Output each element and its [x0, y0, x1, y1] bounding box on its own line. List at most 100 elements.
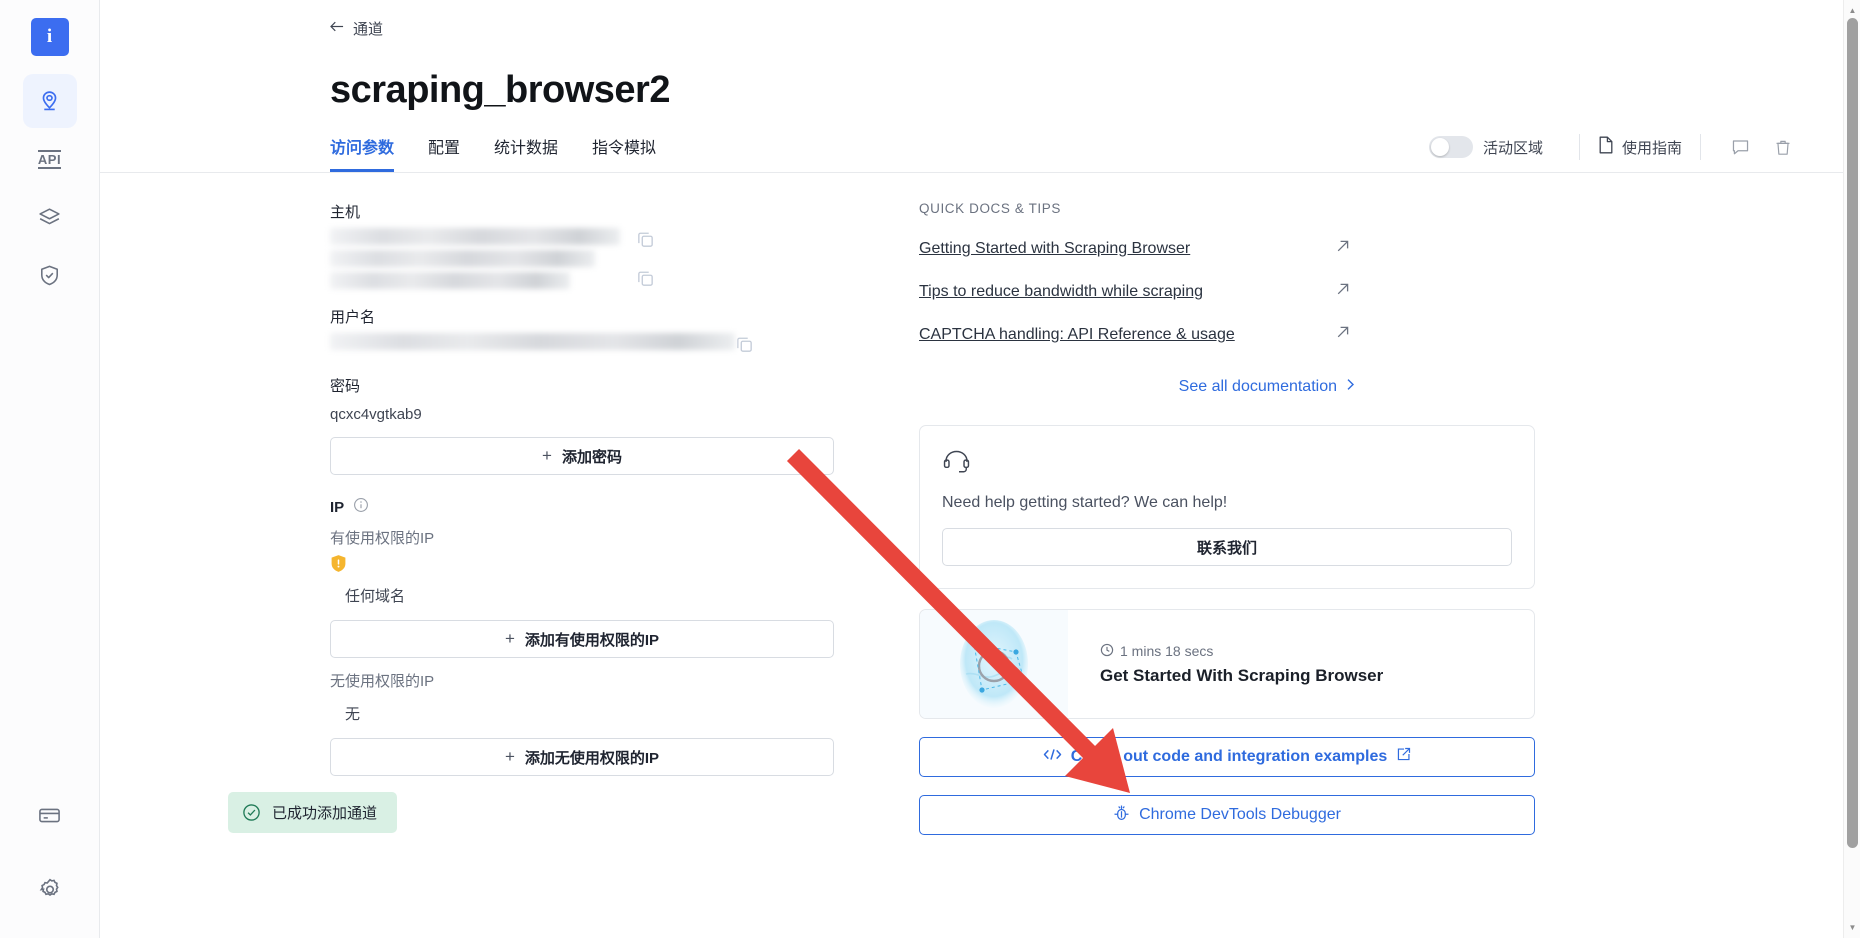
- add-allowed-ip-button[interactable]: + 添加有使用权限的IP: [330, 620, 834, 658]
- rail-items: API: [22, 74, 77, 302]
- tab-command-simulation[interactable]: 指令模拟: [592, 134, 656, 172]
- doc-link-label: CAPTCHA handling: API Reference & usage: [919, 325, 1235, 343]
- divider: [1578, 134, 1580, 160]
- app-root: i API 通道 scraping_browser2 访问参数 配置 统计数据 …: [0, 0, 1860, 938]
- clock-icon: [1100, 643, 1114, 660]
- vertical-scrollbar[interactable]: ▲ ▼: [1843, 0, 1860, 938]
- see-all-documentation-link[interactable]: See all documentation: [919, 377, 1357, 397]
- quick-docs-panel: QUICK DOCS & TIPS Getting Started with S…: [860, 173, 1860, 938]
- scrollbar-thumb[interactable]: [1847, 18, 1858, 848]
- devtools-debugger-button[interactable]: Chrome DevTools Debugger: [919, 795, 1535, 835]
- allowed-ip-label: 有使用权限的IP: [330, 530, 435, 547]
- video-card[interactable]: 1 mins 18 secs Get Started With Scraping…: [919, 609, 1535, 719]
- add-denied-ip-button[interactable]: + 添加无使用权限的IP: [330, 738, 834, 776]
- username-label: 用户名: [330, 309, 376, 326]
- video-title: Get Started With Scraping Browser: [1100, 665, 1384, 685]
- sidebar-item-api[interactable]: API: [23, 132, 77, 186]
- sidebar-item-billing[interactable]: [23, 788, 77, 842]
- copy-icon[interactable]: [636, 269, 655, 293]
- devtools-debugger-label: Chrome DevTools Debugger: [1139, 806, 1341, 823]
- tab-configuration[interactable]: 配置: [428, 134, 460, 172]
- page-header: 通道 scraping_browser2 访问参数 配置 统计数据 指令模拟 活…: [100, 0, 1860, 173]
- code-examples-button[interactable]: Check out code and integration examples: [919, 737, 1535, 777]
- tab-access-params[interactable]: 访问参数: [330, 134, 395, 172]
- gear-icon: [37, 876, 63, 902]
- doc-link-reduce-bandwidth[interactable]: Tips to reduce bandwidth while scraping: [919, 281, 1351, 302]
- username-field-row: [330, 333, 860, 359]
- contact-us-button[interactable]: 联系我们: [942, 528, 1512, 566]
- main-area: 通道 scraping_browser2 访问参数 配置 统计数据 指令模拟 活…: [100, 0, 1860, 938]
- plus-icon: +: [504, 629, 515, 648]
- header-actions: 活动区域 使用指南: [1428, 134, 1804, 160]
- scroll-down-arrow-icon[interactable]: ▼: [1844, 919, 1860, 936]
- document-icon: [1598, 136, 1614, 158]
- denied-ip-value: 无: [345, 706, 361, 723]
- denied-ip-label: 无使用权限的IP: [330, 673, 435, 690]
- doc-link-getting-started[interactable]: Getting Started with Scraping Browser: [919, 238, 1351, 259]
- breadcrumb[interactable]: 通道: [330, 18, 383, 39]
- add-allowed-ip-label: 添加有使用权限的IP: [524, 631, 660, 649]
- status-toast: 已成功添加通道: [228, 792, 398, 833]
- bug-icon: [1113, 804, 1130, 827]
- host-field-row: [330, 228, 860, 294]
- plus-icon: +: [504, 747, 515, 766]
- globe-network-icon: [920, 610, 1068, 718]
- video-meta: 1 mins 18 secs Get Started With Scraping…: [1068, 643, 1383, 686]
- host-label: 主机: [330, 204, 361, 221]
- access-params-panel: 主机 用户名 密码 qcxc4vgtkab9 + 添加密码 IP 有使用权限的I…: [100, 173, 860, 938]
- sidebar-item-settings[interactable]: [23, 862, 77, 916]
- trash-icon[interactable]: [1762, 138, 1804, 157]
- help-card: Need help getting started? We can help! …: [919, 425, 1535, 589]
- doc-link-label: Getting Started with Scraping Browser: [919, 239, 1191, 257]
- rail-bottom-items: [23, 788, 77, 916]
- code-icon: [1043, 747, 1062, 767]
- shield-warning-icon: [330, 554, 347, 573]
- breadcrumb-label: 通道: [353, 21, 384, 38]
- check-circle-icon: [242, 803, 261, 822]
- left-nav-rail: i API: [0, 0, 100, 938]
- comment-icon[interactable]: [1719, 138, 1762, 157]
- quick-docs-title: QUICK DOCS & TIPS: [919, 201, 1061, 216]
- scroll-up-arrow-icon[interactable]: ▲: [1844, 2, 1860, 19]
- usage-guide-button[interactable]: 使用指南: [1598, 136, 1682, 158]
- api-icon: API: [37, 149, 62, 169]
- doc-link-captcha-handling[interactable]: CAPTCHA handling: API Reference & usage: [919, 324, 1351, 345]
- copy-icon[interactable]: [636, 230, 655, 254]
- toggle-knob: [1430, 138, 1449, 156]
- password-label: 密码: [330, 378, 361, 395]
- plus-icon: +: [542, 446, 552, 465]
- page-title: scraping_browser2: [330, 69, 670, 111]
- layers-icon: [37, 205, 62, 230]
- arrow-up-right-icon: [1335, 281, 1351, 302]
- video-duration: 1 mins 18 secs: [1120, 643, 1214, 659]
- sidebar-item-security[interactable]: [23, 248, 77, 302]
- host-value-masked: [330, 228, 630, 294]
- ip-section-title-row: IP: [330, 497, 860, 517]
- info-circle-icon[interactable]: [353, 497, 369, 517]
- chevron-right-icon: [1344, 377, 1357, 397]
- toast-message: 已成功添加通道: [272, 805, 378, 822]
- add-denied-ip-label: 添加无使用权限的IP: [524, 749, 660, 767]
- username-value-masked: [330, 333, 735, 355]
- arrow-up-right-icon: [1335, 238, 1351, 259]
- see-all-label: See all documentation: [1178, 378, 1337, 395]
- copy-icon[interactable]: [735, 335, 754, 359]
- active-zone-toggle[interactable]: [1428, 136, 1473, 158]
- add-password-button[interactable]: + 添加密码: [330, 437, 834, 475]
- sidebar-item-proxy-locations[interactable]: [22, 74, 77, 128]
- password-value: qcxc4vgtkab9: [330, 406, 422, 423]
- location-pin-icon: [37, 89, 62, 114]
- brand-logo[interactable]: i: [30, 18, 69, 56]
- arrow-left-icon: [330, 20, 345, 37]
- add-password-label: 添加密码: [561, 448, 622, 466]
- shield-check-icon: [37, 263, 62, 288]
- doc-link-label: Tips to reduce bandwidth while scraping: [919, 282, 1204, 300]
- divider-2: [1700, 134, 1701, 160]
- sidebar-item-datasets[interactable]: [23, 190, 77, 244]
- help-card-text: Need help getting started? We can help!: [942, 494, 1228, 511]
- headset-icon: [942, 450, 971, 479]
- tab-statistics[interactable]: 统计数据: [494, 134, 558, 172]
- active-zone-toggle-group: 活动区域: [1428, 136, 1543, 158]
- active-zone-toggle-label: 活动区域: [1482, 139, 1543, 157]
- any-domain-value: 任何域名: [345, 588, 406, 605]
